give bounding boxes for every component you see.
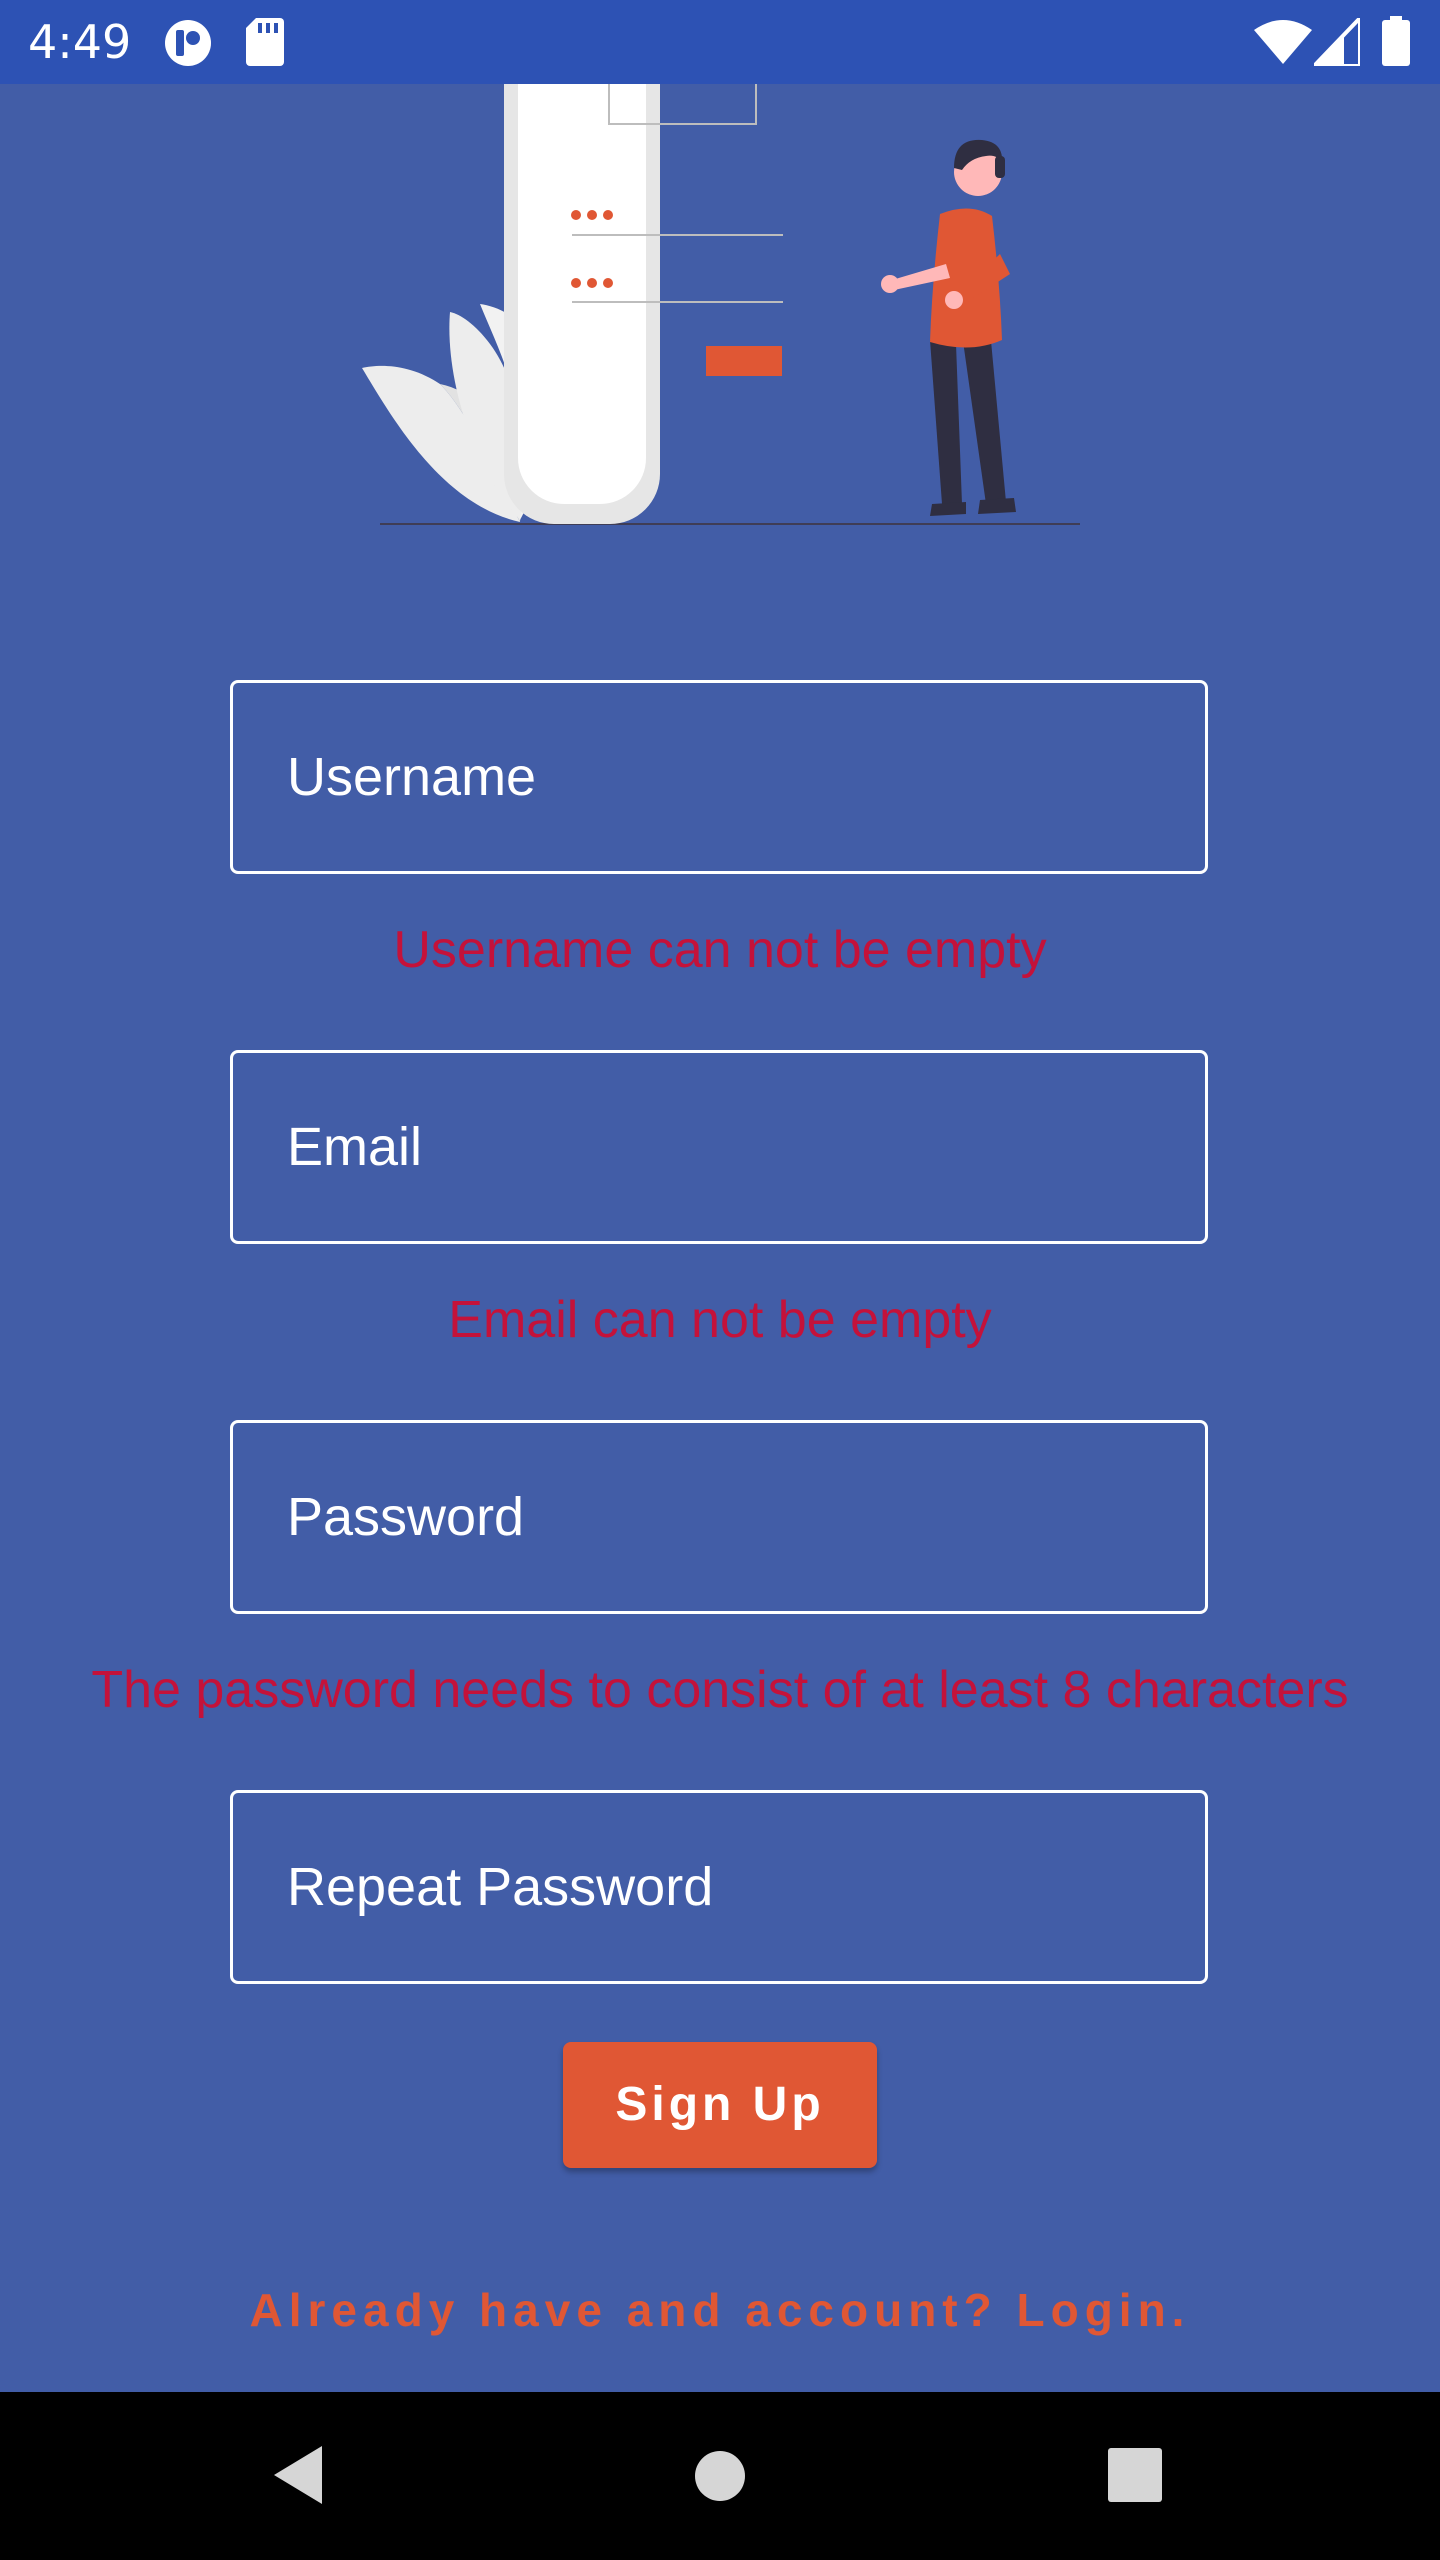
app-notification-icon [165, 20, 211, 66]
status-bar: 4:49 [0, 0, 1440, 84]
username-error: Username can not be empty [393, 921, 1047, 979]
battery-icon [1382, 16, 1410, 66]
cell-signal-icon [1314, 18, 1360, 66]
password-error: The password needs to consist of at leas… [91, 1661, 1349, 1719]
sd-card-icon [246, 18, 284, 66]
navigation-bar [0, 2392, 1440, 2560]
password-placeholder: Password [287, 1487, 525, 1547]
username-field[interactable]: Username [230, 680, 1208, 874]
login-link[interactable]: Already have and account? Login. [0, 2275, 1440, 2345]
password-field[interactable]: Password [230, 1420, 1208, 1614]
recents-icon[interactable] [1108, 2448, 1162, 2502]
status-time: 4:49 [28, 15, 132, 69]
email-field[interactable]: Email [230, 1050, 1208, 1244]
email-error: Email can not be empty [448, 1291, 992, 1349]
wifi-icon [1254, 20, 1312, 64]
home-icon[interactable] [694, 2450, 746, 2502]
email-placeholder: Email [287, 1117, 423, 1177]
login-illustration [362, 84, 1080, 525]
repeat-password-field[interactable]: Repeat Password [230, 1790, 1208, 1984]
back-icon[interactable] [270, 2442, 330, 2508]
phone-illustration [504, 84, 783, 524]
repeat-password-placeholder: Repeat Password [287, 1857, 714, 1917]
sign-up-button[interactable]: Sign Up [563, 2042, 877, 2168]
person-illustration [881, 139, 1016, 516]
username-placeholder: Username [287, 747, 537, 807]
